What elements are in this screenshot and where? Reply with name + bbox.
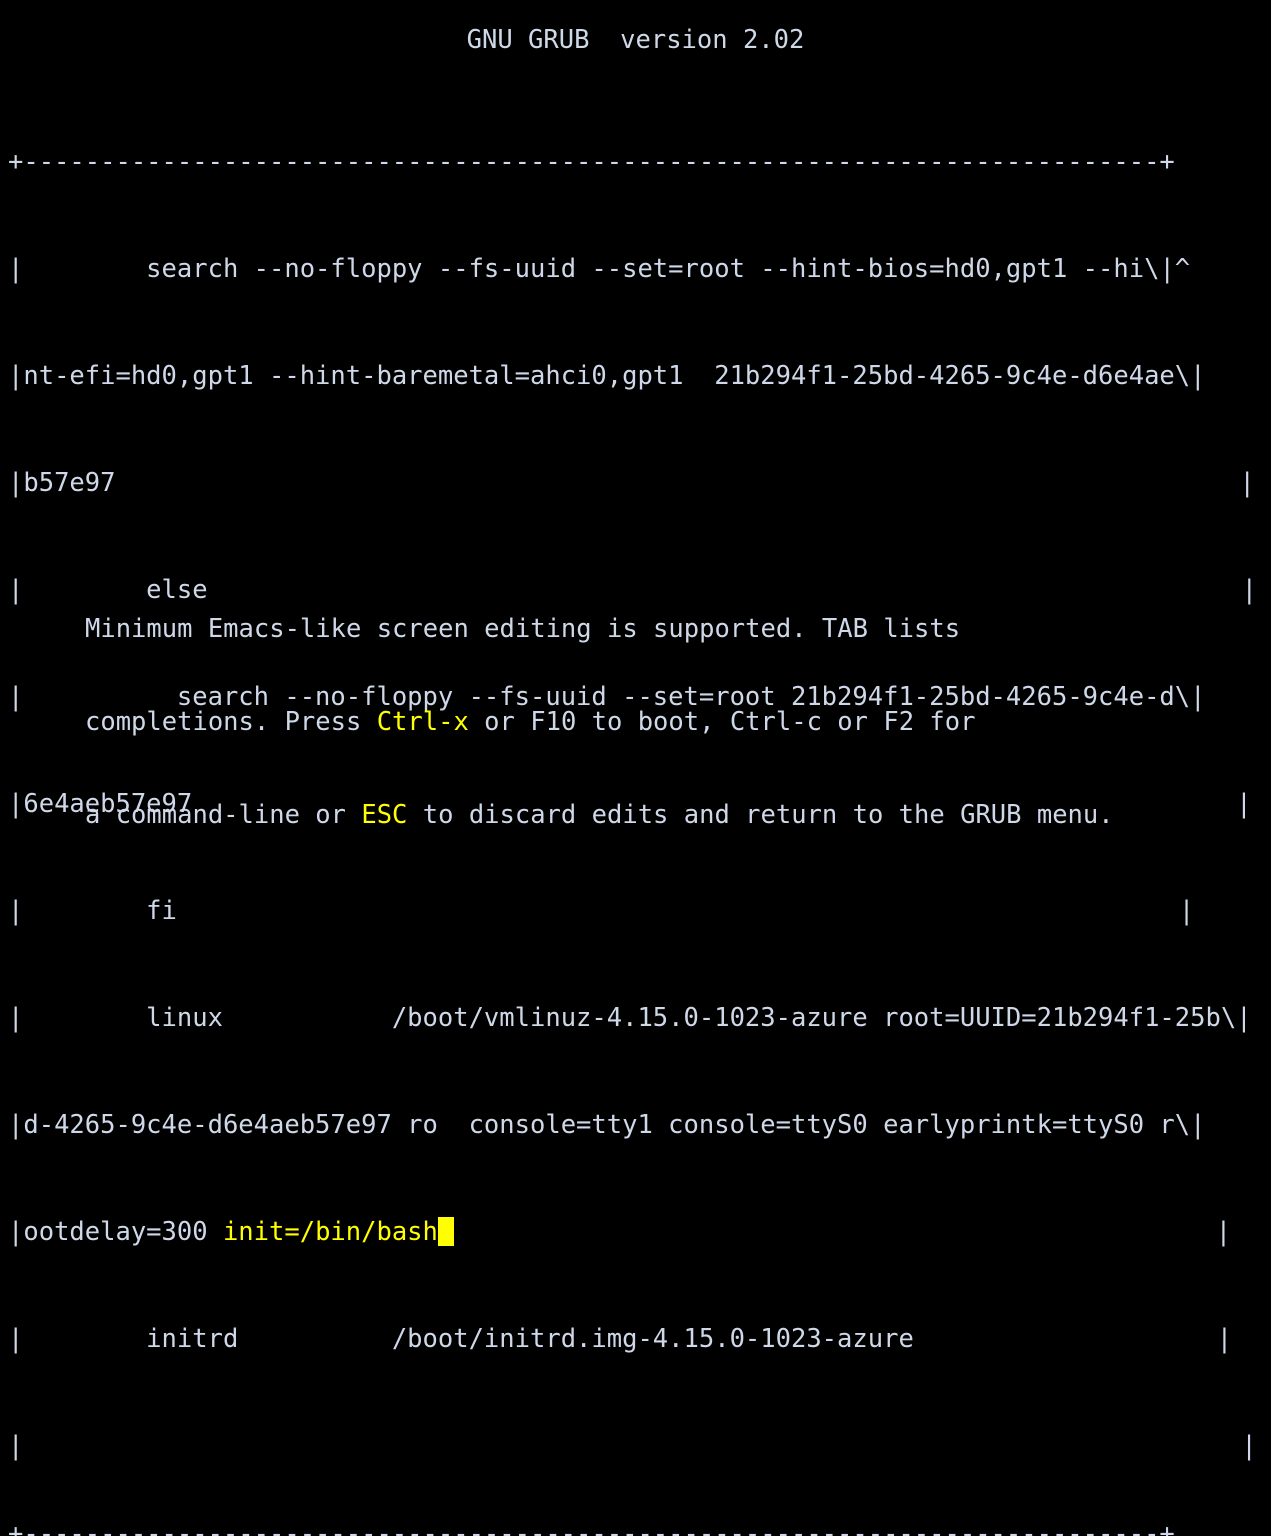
line-right-border: | bbox=[1190, 1110, 1206, 1140]
line-text[interactable]: linux /boot/vmlinuz-4.15.0-1023-azure ro… bbox=[23, 1003, 1236, 1033]
line-left-border: | bbox=[8, 575, 24, 605]
line-text[interactable]: b57e97 bbox=[23, 468, 115, 498]
editor-line-1[interactable]: | search --no-floppy --fs-uuid --set=roo… bbox=[8, 254, 1257, 285]
line-text[interactable]: initrd /boot/initrd.img-4.15.0-1023-azur… bbox=[23, 1324, 914, 1354]
line-right-border: | bbox=[1190, 682, 1206, 712]
line-text[interactable]: nt-efi=hd0,gpt1 --hint-baremetal=ahci0,g… bbox=[23, 361, 1190, 391]
editor-line-2[interactable]: |nt-efi=hd0,gpt1 --hint-baremetal=ahci0,… bbox=[8, 361, 1257, 392]
kernel-arg-init-edit[interactable]: init=/bin/bash bbox=[223, 1217, 438, 1247]
help-line-1: Minimum Emacs-like screen editing is sup… bbox=[85, 614, 1114, 645]
line-right-border-wrap: | bbox=[454, 1217, 1231, 1247]
line-text[interactable]: fi bbox=[23, 896, 177, 926]
line-right-border: | bbox=[1241, 1431, 1257, 1461]
line-right-border: | bbox=[1236, 1003, 1252, 1033]
editor-line-10-active[interactable]: |ootdelay=300 init=/bin/bash | bbox=[8, 1217, 1257, 1248]
line-right-border: | bbox=[1239, 468, 1255, 498]
scroll-up-icon[interactable]: ^ bbox=[1175, 254, 1190, 284]
box-top-border: +---------------------------------------… bbox=[8, 147, 1175, 177]
help-text: Minimum Emacs-like screen editing is sup… bbox=[85, 552, 1114, 893]
help-line-2-text-a: completions. Press bbox=[85, 707, 377, 737]
page-title: GNU GRUB version 2.02 bbox=[466, 25, 805, 55]
line-right-border-wrap: | bbox=[115, 468, 1254, 498]
line-right-border: | bbox=[1159, 254, 1175, 284]
line-left-border: | bbox=[8, 1110, 24, 1140]
line-left-border: | bbox=[8, 1217, 24, 1247]
line-right-border: | bbox=[1190, 361, 1206, 391]
line-left-border: | bbox=[8, 468, 24, 498]
text-cursor[interactable] bbox=[437, 1217, 454, 1246]
line-left-border: | bbox=[8, 254, 24, 284]
line-right-border: | bbox=[1216, 1324, 1233, 1354]
line-left-border: | bbox=[8, 896, 24, 926]
editor-line-12-blank[interactable]: | | bbox=[8, 1431, 1257, 1462]
line-text[interactable]: d-4265-9c4e-d6e4aeb57e97 ro console=tty1… bbox=[23, 1110, 1190, 1140]
shortcut-esc: ESC bbox=[361, 800, 408, 830]
help-line-3: a command-line or ESC to discard edits a… bbox=[85, 800, 1114, 831]
line-right-border: | bbox=[1241, 575, 1257, 605]
box-bottom-border: +---------------------------------------… bbox=[8, 1519, 1175, 1536]
line-right-border: | bbox=[1215, 1217, 1232, 1247]
line-right-border-wrap: | bbox=[914, 1324, 1232, 1354]
shortcut-ctrl-x: Ctrl-x bbox=[376, 707, 469, 737]
line-left-border: | bbox=[8, 361, 24, 391]
help-line-3-text-a: a command-line or bbox=[85, 800, 362, 830]
help-line-2-text-b: or F10 to boot, Ctrl-c or F2 for bbox=[468, 707, 976, 737]
grub-screen: GNU GRUB version 2.02 +-----------------… bbox=[0, 0, 1271, 1536]
line-left-border: | bbox=[8, 1431, 24, 1461]
help-line-2: completions. Press Ctrl-x or F10 to boot… bbox=[85, 707, 1114, 738]
editor-line-7[interactable]: | fi | bbox=[8, 896, 1257, 927]
line-right-border: | bbox=[1236, 789, 1252, 819]
help-line-3-text-b: to discard edits and return to the GRUB … bbox=[407, 800, 1114, 830]
editor-line-8[interactable]: | linux /boot/vmlinuz-4.15.0-1023-azure … bbox=[8, 1003, 1257, 1034]
editor-line-3[interactable]: |b57e97 | bbox=[8, 468, 1257, 499]
editor-line-9[interactable]: |d-4265-9c4e-d6e4aeb57e97 ro console=tty… bbox=[8, 1110, 1257, 1141]
line-left-border: | bbox=[8, 1003, 24, 1033]
help-line-1-text: Minimum Emacs-like screen editing is sup… bbox=[85, 614, 961, 644]
line-left-border: | bbox=[8, 682, 24, 712]
line-right-border-wrap: | bbox=[177, 896, 1194, 926]
editor-line-11[interactable]: | initrd /boot/initrd.img-4.15.0-1023-az… bbox=[8, 1324, 1257, 1355]
line-right-border: | bbox=[1178, 896, 1195, 926]
line-left-border: | bbox=[8, 1324, 24, 1354]
line-right-border-wrap: | bbox=[23, 1431, 1256, 1461]
line-text[interactable]: search --no-floppy --fs-uuid --set=root … bbox=[23, 254, 1159, 284]
line-left-border: | bbox=[8, 789, 24, 819]
line-text-plain[interactable]: ootdelay=300 bbox=[23, 1217, 223, 1247]
